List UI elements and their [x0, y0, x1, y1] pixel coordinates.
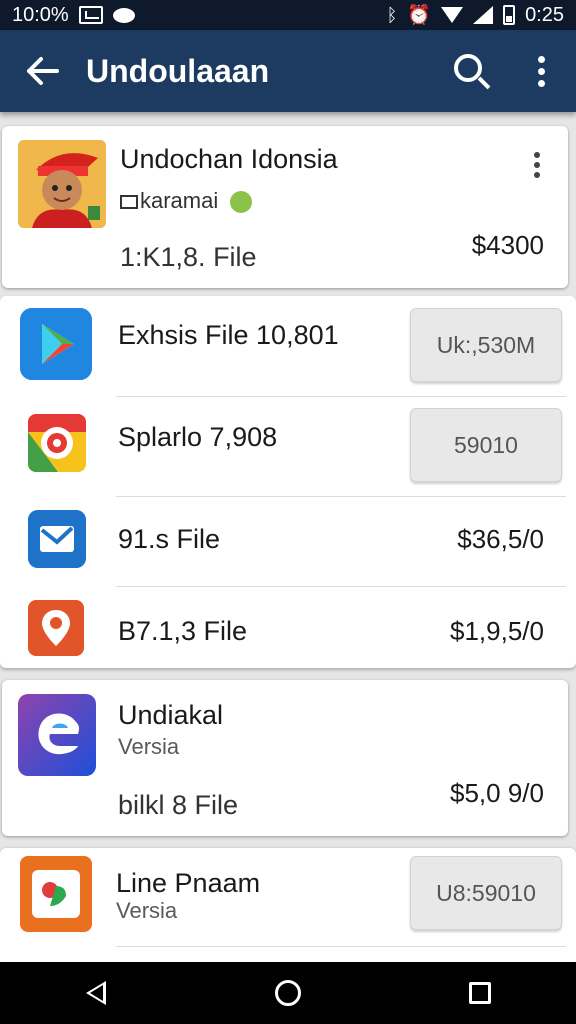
play-store-icon [20, 308, 92, 380]
signal-icon [473, 6, 494, 24]
wifi-icon [441, 7, 464, 23]
divider [116, 586, 566, 587]
last-sub: Versia [116, 898, 178, 923]
status-bar: 10:0% ᛒ ⏰ 0:25 [0, 0, 576, 30]
divider [116, 396, 566, 397]
nav-home-button[interactable] [248, 962, 328, 1024]
featured-sub-text: karamai [140, 188, 219, 213]
page-title: Undoulaaan [86, 52, 270, 89]
card-name: Undiakal [118, 700, 224, 730]
item-name: 91.s File [118, 524, 221, 554]
avatar [18, 140, 106, 228]
nav-recents-icon [469, 982, 491, 1004]
list-block: Exhsis File 10,801 Uk:,530M Splarlo 7,90… [0, 296, 576, 668]
item-action-button[interactable]: U8:59010 [410, 856, 562, 930]
nav-home-icon [275, 980, 301, 1006]
app-bar: Undoulaaan [0, 30, 576, 112]
chrome-icon [28, 414, 86, 472]
nav-back-button[interactable] [56, 962, 136, 1024]
divider [116, 946, 566, 947]
item-price: $36,5/0 [457, 524, 544, 554]
item-name: B7.1,3 File [118, 616, 248, 646]
arrow-left-icon[interactable] [0, 30, 86, 112]
more-vert-icon [537, 55, 545, 87]
card-sub: Versia [118, 734, 180, 759]
last-name: Line Pnaam [116, 868, 261, 898]
featured-price: $4300 [471, 230, 544, 260]
edge-icon [18, 694, 96, 776]
item-name: Splarlo 7,908 [118, 422, 278, 452]
featured-card[interactable]: Undochan Idonsia karamai 1:K1,8. File $4… [2, 126, 568, 288]
mail-icon [28, 510, 86, 568]
chat-bubble-icon [112, 7, 135, 23]
card-file: bilkl 8 File [118, 790, 239, 820]
app-list[interactable]: Undochan Idonsia karamai 1:K1,8. File $4… [0, 112, 576, 962]
maps-pin-icon [28, 600, 84, 656]
search-button[interactable] [436, 30, 506, 112]
status-time: 0:25 [525, 3, 564, 26]
status-left-text: 10:0% [12, 3, 69, 26]
card-icon [120, 195, 138, 210]
app-card[interactable]: Undiakal Versia bilkl 8 File $5,0 9/0 [2, 680, 568, 836]
bluetooth-icon: ᛒ [386, 4, 398, 25]
navigation-bar [0, 962, 576, 1024]
nav-recents-button[interactable] [440, 962, 520, 1024]
list-item[interactable]: Line Pnaam Versia U8:59010 [0, 848, 576, 962]
featured-name: Undochan Idonsia [120, 144, 338, 174]
item-name: Exhsis File 10,801 [118, 320, 339, 350]
screenshot-icon [78, 6, 103, 24]
photos-icon [20, 856, 92, 932]
item-price: $1,9,5/0 [450, 616, 544, 646]
divider [116, 496, 566, 497]
battery-icon [503, 5, 516, 25]
overflow-menu-button[interactable] [506, 30, 576, 112]
featured-file: 1:K1,8. File [120, 242, 257, 272]
featured-sub: karamai [120, 188, 253, 214]
nav-back-icon [86, 981, 106, 1005]
alarm-icon: ⏰ [407, 5, 432, 26]
item-action-button[interactable]: 59010 [410, 408, 562, 482]
featured-menu-icon[interactable] [534, 152, 540, 178]
card-price: $5,0 9/0 [450, 778, 544, 808]
item-action-button[interactable]: Uk:,530M [410, 308, 562, 382]
search-icon [454, 54, 482, 82]
smiley-icon [230, 191, 253, 214]
